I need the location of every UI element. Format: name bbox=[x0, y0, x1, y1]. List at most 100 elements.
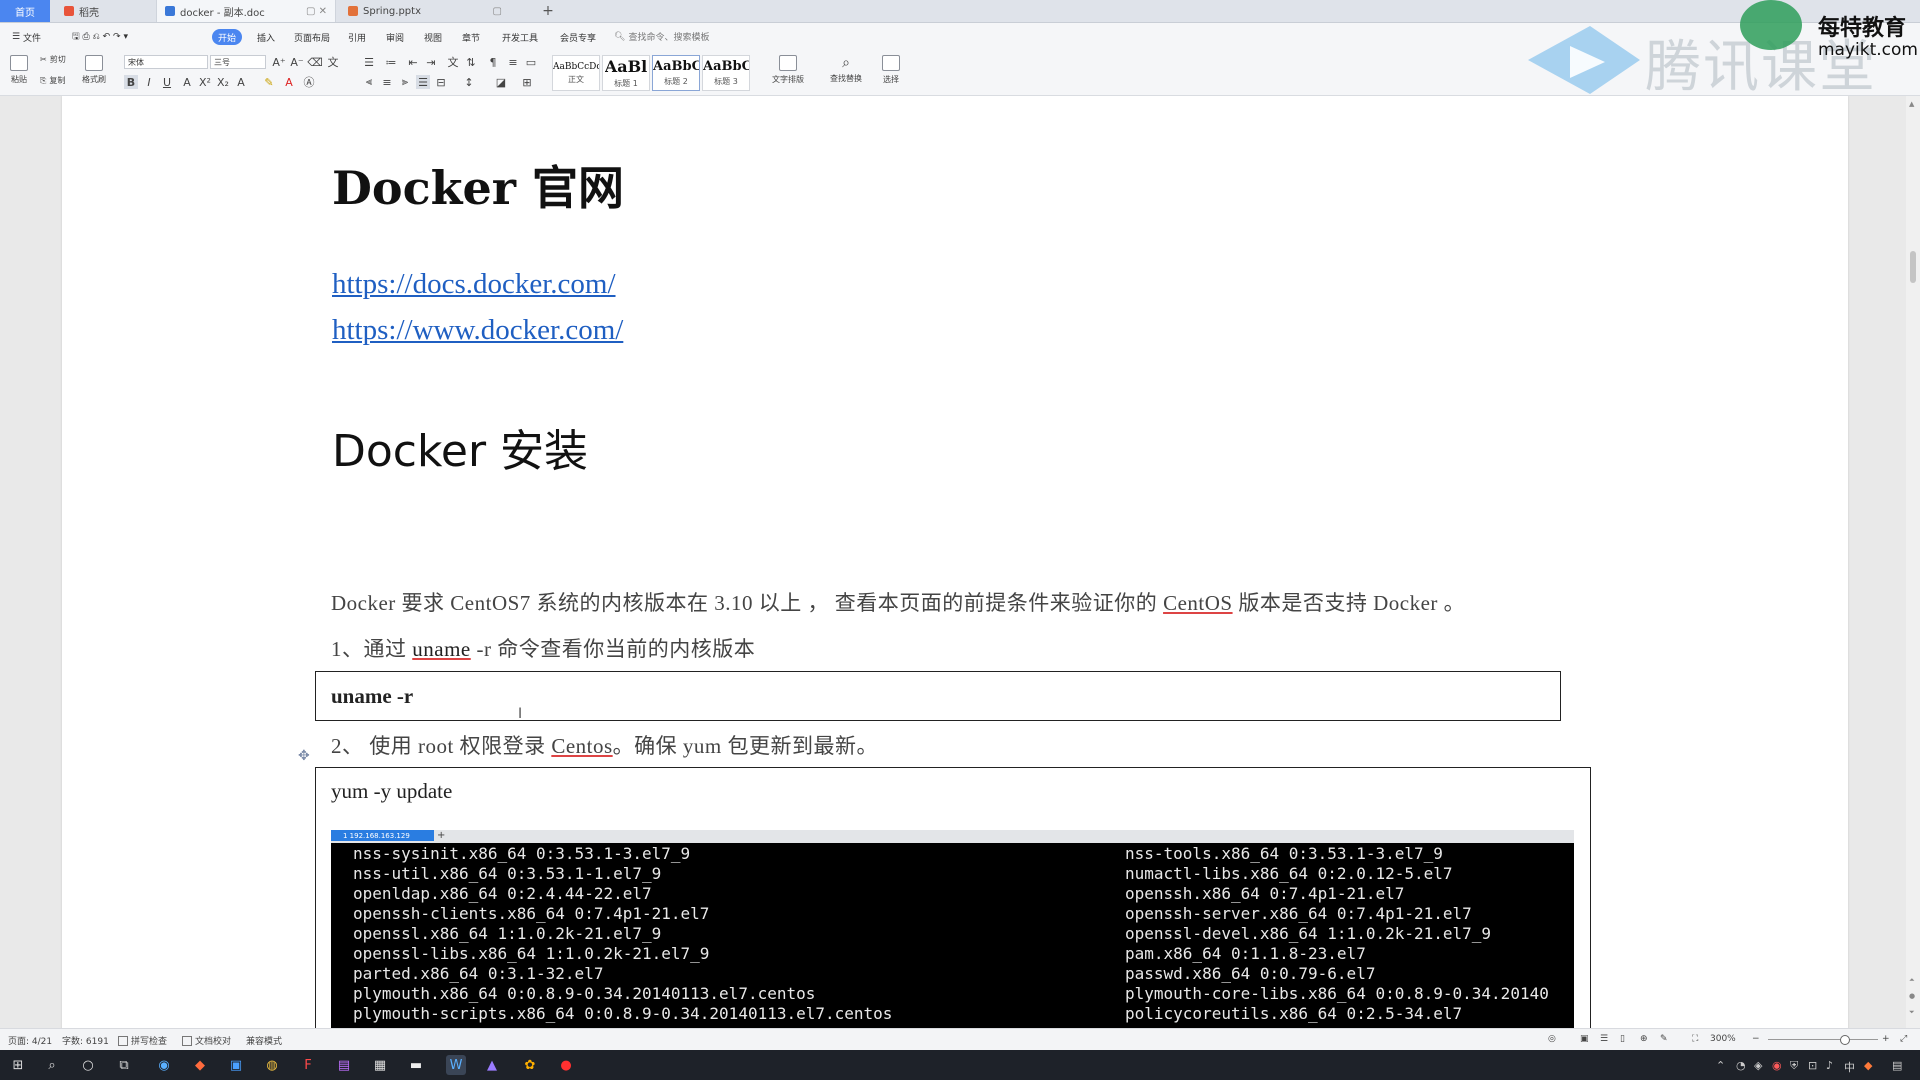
cut-button[interactable]: ✂ 剪切 bbox=[40, 54, 66, 65]
app-icon-6[interactable]: ▤ bbox=[334, 1055, 354, 1075]
zoom-slider[interactable] bbox=[1768, 1039, 1878, 1040]
menu-review[interactable]: 审阅 bbox=[380, 29, 410, 45]
terminal-app-icon[interactable]: ▬ bbox=[406, 1055, 426, 1075]
text-layout-button[interactable]: 文字排版 bbox=[772, 55, 804, 85]
subscript-icon[interactable]: X₂ bbox=[216, 75, 230, 89]
phonetic-icon[interactable]: 文 bbox=[326, 55, 340, 69]
word-count[interactable]: 字数: 6191 bbox=[62, 1034, 109, 1047]
link-docs-docker[interactable]: https://docs.docker.com/ bbox=[332, 268, 616, 301]
increase-indent-icon[interactable]: ⇥ bbox=[424, 55, 438, 69]
network-icon[interactable]: ⊡ bbox=[1808, 1059, 1817, 1072]
line-spacing-icon[interactable]: ↕ bbox=[462, 75, 476, 89]
menu-references[interactable]: 引用 bbox=[342, 29, 372, 45]
shield-icon[interactable]: ⛨ bbox=[1790, 1059, 1798, 1073]
reading-view-icon[interactable]: ▯ bbox=[1620, 1034, 1625, 1044]
font-color-icon[interactable]: A bbox=[282, 75, 296, 89]
menu-member[interactable]: 会员专享 bbox=[554, 29, 602, 45]
table-of-contents-icon[interactable]: ≡ bbox=[506, 55, 520, 69]
app-icon-3[interactable]: ▣ bbox=[226, 1055, 246, 1075]
copy-button[interactable]: ⎘ 复制 bbox=[40, 75, 65, 86]
underline-icon[interactable]: U bbox=[160, 75, 174, 89]
tray-icon-2[interactable]: ◈ bbox=[1754, 1059, 1762, 1072]
char-border-icon[interactable]: Ⓐ bbox=[302, 75, 316, 89]
select-button[interactable]: 选择 bbox=[882, 55, 900, 85]
clear-format-icon[interactable]: ⌫ bbox=[307, 55, 323, 69]
tab-home[interactable]: 首页 bbox=[0, 0, 50, 22]
shading-icon[interactable]: ◪ bbox=[494, 75, 508, 89]
link-www-docker[interactable]: https://www.docker.com/ bbox=[332, 314, 623, 347]
write-view-icon[interactable]: ✎ bbox=[1660, 1034, 1668, 1044]
menu-file[interactable]: ☰ 文件 bbox=[6, 29, 47, 45]
menu-insert[interactable]: 插入 bbox=[251, 29, 281, 45]
menu-dev-tools[interactable]: 开发工具 bbox=[496, 29, 544, 45]
bold-icon[interactable]: B bbox=[124, 75, 138, 89]
style-normal[interactable]: AaBbCcDd 正文 bbox=[552, 55, 600, 91]
zoom-out-icon[interactable]: − bbox=[1752, 1034, 1760, 1044]
distribute-icon[interactable]: ▭ bbox=[524, 55, 538, 69]
align-left-icon[interactable]: ⫷ bbox=[362, 75, 376, 89]
scrollbar-thumb[interactable] bbox=[1910, 251, 1916, 283]
menu-home[interactable]: 开始 bbox=[212, 29, 243, 45]
filezilla-icon[interactable]: F bbox=[298, 1055, 318, 1075]
command-search[interactable]: 🔍︎ 查找命令、搜索模板 bbox=[614, 28, 718, 45]
ime-icon[interactable]: 中 bbox=[1844, 1059, 1855, 1075]
tab-docker-doc[interactable]: docker - 副本.doc ▢ ✕ bbox=[156, 0, 336, 22]
bullet-list-icon[interactable]: ☰ bbox=[362, 55, 376, 69]
eye-protection-icon[interactable]: ◎ bbox=[1548, 1034, 1556, 1044]
record-icon[interactable]: ● bbox=[556, 1055, 576, 1075]
app-icon-10[interactable]: ▲ bbox=[482, 1055, 502, 1075]
document-canvas[interactable]: Docker 官网 https://docs.docker.com/ https… bbox=[0, 96, 1906, 1028]
web-view-icon[interactable]: ⊕ bbox=[1640, 1034, 1648, 1044]
windows-start-icon[interactable]: ⊞ bbox=[8, 1055, 28, 1075]
zoom-in-icon[interactable]: + bbox=[1882, 1034, 1890, 1044]
borders-icon[interactable]: ⊞ bbox=[520, 75, 534, 89]
justify-icon[interactable]: ☰ bbox=[416, 75, 430, 89]
fit-page-icon[interactable]: ⛶ bbox=[1692, 1034, 1698, 1044]
notification-icon[interactable]: ▤ bbox=[1892, 1059, 1902, 1072]
font-size-select[interactable]: 三号 bbox=[210, 55, 266, 69]
scroll-up-icon[interactable]: ▲ bbox=[1909, 100, 1914, 108]
tab-docer[interactable]: 稻壳 bbox=[56, 0, 152, 22]
wps-writer-icon[interactable]: W bbox=[446, 1055, 466, 1075]
align-center-icon[interactable]: ≡ bbox=[380, 75, 394, 89]
style-heading3[interactable]: AaBbC 标题 3 bbox=[702, 55, 750, 91]
decrease-indent-icon[interactable]: ⇤ bbox=[406, 55, 420, 69]
grow-font-icon[interactable]: A⁺ bbox=[272, 55, 286, 69]
new-tab-button[interactable]: + bbox=[536, 0, 560, 22]
app-icon-7[interactable]: ▦ bbox=[370, 1055, 390, 1075]
italic-icon[interactable]: I bbox=[142, 75, 156, 89]
tray-icon-1[interactable]: ◔ bbox=[1736, 1059, 1746, 1072]
show-marks-icon[interactable]: ¶ bbox=[486, 55, 500, 69]
task-view-icon[interactable]: ⧉ bbox=[114, 1055, 134, 1075]
font-family-select[interactable]: 宋体 bbox=[124, 55, 208, 69]
tray-icon-3[interactable]: ◉ bbox=[1772, 1059, 1782, 1072]
browser-icon[interactable]: ◉ bbox=[154, 1055, 174, 1075]
sort-icon[interactable]: ⇅ bbox=[464, 55, 478, 69]
vertical-scrollbar[interactable]: ▲ ⏶ ● ⏷ bbox=[1906, 96, 1920, 1028]
tab-pin-icon[interactable]: ▢ bbox=[493, 6, 502, 17]
close-tab-icon[interactable]: ▢ ✕ bbox=[306, 6, 327, 17]
tray-icon-4[interactable]: ◆ bbox=[1864, 1059, 1872, 1072]
zoom-level[interactable]: 300% bbox=[1710, 1034, 1736, 1044]
fullscreen-icon[interactable]: ⤢ bbox=[1900, 1034, 1907, 1044]
paste-button[interactable]: 粘贴 bbox=[10, 55, 28, 85]
browse-object-icon[interactable]: ● bbox=[1909, 992, 1915, 1000]
chinese-layout-icon[interactable]: 文 bbox=[446, 55, 460, 69]
distributed-align-icon[interactable]: ⊟ bbox=[434, 75, 448, 89]
prev-page-icon[interactable]: ⏶ bbox=[1909, 976, 1915, 985]
app-icon-2[interactable]: ◆ bbox=[190, 1055, 210, 1075]
highlight-icon[interactable]: ✎ bbox=[262, 75, 276, 89]
menu-page-layout[interactable]: 页面布局 bbox=[288, 29, 336, 45]
next-page-icon[interactable]: ⏷ bbox=[1909, 1008, 1915, 1017]
taskbar-search-icon[interactable]: ⌕ bbox=[42, 1055, 62, 1075]
text-effect-icon[interactable]: A bbox=[234, 75, 248, 89]
style-heading1[interactable]: AaBl 标题 1 bbox=[602, 55, 650, 91]
zoom-slider-knob[interactable] bbox=[1840, 1035, 1850, 1045]
doc-check-toggle[interactable]: 文档校对 bbox=[182, 1034, 231, 1047]
style-heading2[interactable]: AaBbC 标题 2 bbox=[652, 55, 700, 91]
outline-view-icon[interactable]: ☰ bbox=[1600, 1034, 1608, 1044]
page-indicator[interactable]: 页面: 4/21 bbox=[8, 1034, 52, 1047]
superscript-icon[interactable]: X² bbox=[198, 75, 212, 89]
shrink-font-icon[interactable]: A⁻ bbox=[290, 55, 304, 69]
spellcheck-toggle[interactable]: 拼写检查 bbox=[118, 1034, 167, 1047]
